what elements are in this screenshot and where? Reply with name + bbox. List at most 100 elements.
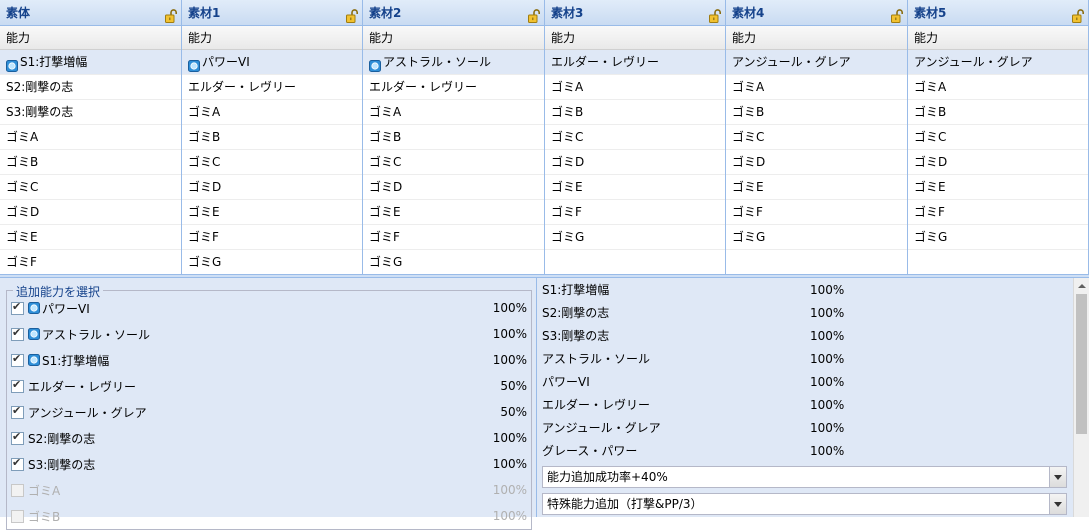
grid-row[interactable]: ゴミD [0,200,181,225]
grid-row[interactable]: ゴミB [0,150,181,175]
grid-row[interactable]: エルダー・レヴリー [545,50,725,75]
grid-row[interactable]: ゴミC [545,125,725,150]
grid-row[interactable]: ゴミF [363,225,544,250]
grid-column-header[interactable]: 能力 [0,26,181,50]
grid-column-header[interactable]: 能力 [908,26,1088,50]
scroll-up-arrow-icon[interactable] [1074,278,1089,294]
grid-row[interactable]: S2:剛撃の志 [0,75,181,100]
option-select[interactable]: 特殊能力追加（打撃&PP/3） [542,493,1067,515]
grid-row[interactable]: エルダー・レヴリー [182,75,362,100]
ability-option[interactable]: アンジュール・グレア 50% [11,401,529,423]
grid-row[interactable]: ゴミB [182,125,362,150]
grid-row[interactable]: ゴミF [908,200,1088,225]
ability-option-rate: 100% [492,431,527,445]
ability-option[interactable]: エルダー・レヴリー 50% [11,375,529,397]
grid-row[interactable]: ゴミC [726,125,907,150]
grid-row[interactable]: ゴミF [726,200,907,225]
grid-row[interactable]: ゴミE [0,225,181,250]
grid-row[interactable]: S3:剛撃の志 [0,100,181,125]
grid-row-text: ゴミG [914,230,948,244]
grid-row[interactable]: ゴミG [182,250,362,274]
lock-open-icon[interactable] [165,6,178,23]
ability-option-rate: 100% [492,327,527,341]
ability-checkbox[interactable] [11,326,24,341]
grid-row-text: ゴミF [369,230,400,244]
option-select[interactable]: 能力追加成功率+40% [542,466,1067,488]
grid-row[interactable]: ゴミG [545,225,725,250]
grid-row[interactable]: ゴミA [726,75,907,100]
ability-checkbox[interactable] [11,430,24,445]
grid-row[interactable]: ゴミE [908,175,1088,200]
grid-row[interactable]: ゴミB [908,100,1088,125]
ability-option: ゴミB 100% [11,505,529,527]
grid-row[interactable]: ゴミC [363,150,544,175]
grid-column-header[interactable]: 能力 [363,26,544,50]
grid-column-header[interactable]: 能力 [545,26,725,50]
chevron-down-icon[interactable] [1049,467,1066,487]
grid-title-text: 素材4 [732,6,765,20]
ability-option[interactable]: パワーVI 100% [11,297,529,319]
result-row: グレース・パワー 100% [542,440,1062,463]
grid-row[interactable]: ゴミC [908,125,1088,150]
ability-checkbox[interactable] [11,352,24,367]
ability-option[interactable]: アストラル・ソール 100% [11,323,529,345]
ability-checkbox[interactable] [11,300,24,315]
grid-row[interactable]: ゴミF [0,250,181,274]
grid-row[interactable]: ゴミE [182,200,362,225]
grid-row[interactable]: ゴミC [182,150,362,175]
grid-title: 素材1 [182,0,362,26]
grid-row-text: ゴミG [551,230,585,244]
result-row: S2:剛撃の志 100% [542,302,1062,325]
grid-row[interactable]: ゴミB [545,100,725,125]
grid-row[interactable]: ゴミB [726,100,907,125]
lock-open-icon[interactable] [1072,6,1085,23]
material-grid: 素材3 能力 エルダー・レヴリー ゴミA ゴミB ゴミC ゴミD ゴミE ゴミF ゴミG [545,0,726,274]
grid-row[interactable]: ゴミB [363,125,544,150]
grid-row[interactable]: ゴミC [0,175,181,200]
grid-row[interactable]: ゴミD [182,175,362,200]
ability-option[interactable]: S3:剛撃の志 100% [11,453,529,475]
lock-open-icon[interactable] [528,6,541,23]
grid-row-text: ゴミF [551,205,582,219]
grid-row[interactable]: ゴミG [908,225,1088,250]
vertical-scrollbar[interactable] [1073,278,1089,517]
grid-row-text: アンジュール・グレア [732,55,851,69]
grid-row[interactable]: ゴミE [726,175,907,200]
grid-row[interactable]: ゴミE [363,200,544,225]
ability-checkbox[interactable] [11,456,24,471]
grid-row[interactable]: ゴミA [363,100,544,125]
scrollbar-thumb[interactable] [1076,294,1087,434]
grid-row[interactable]: ゴミF [545,200,725,225]
grid-row[interactable]: アンジュール・グレア [726,50,907,75]
grid-row[interactable]: ゴミA [182,100,362,125]
grid-column-header[interactable]: 能力 [182,26,362,50]
ability-checkbox[interactable] [11,404,24,419]
grid-row[interactable]: エルダー・レヴリー [363,75,544,100]
grid-column-header[interactable]: 能力 [726,26,907,50]
grid-row[interactable]: ゴミD [363,175,544,200]
grid-row[interactable]: パワーVI [182,50,362,75]
lock-open-icon[interactable] [346,6,359,23]
grid-row[interactable]: ゴミD [908,150,1088,175]
grid-row[interactable]: ゴミD [726,150,907,175]
grid-row-text: S2:剛撃の志 [6,80,74,94]
lock-open-icon[interactable] [891,6,904,23]
result-name: S2:剛撃の志 [542,306,610,320]
grid-row[interactable]: ゴミE [545,175,725,200]
grid-row[interactable]: アンジュール・グレア [908,50,1088,75]
grid-row[interactable]: ゴミA [908,75,1088,100]
result-rate: 100% [810,375,845,389]
grid-row[interactable]: アストラル・ソール [363,50,544,75]
chevron-down-icon[interactable] [1049,494,1066,514]
grid-row[interactable]: ゴミA [0,125,181,150]
grid-row[interactable]: ゴミG [726,225,907,250]
grid-row[interactable]: ゴミG [363,250,544,274]
grid-row[interactable]: ゴミA [545,75,725,100]
grid-row[interactable]: ゴミF [182,225,362,250]
lock-open-icon[interactable] [709,6,722,23]
ability-option[interactable]: S2:剛撃の志 100% [11,427,529,449]
grid-row[interactable]: ゴミD [545,150,725,175]
ability-checkbox[interactable] [11,378,24,393]
ability-option[interactable]: S1:打撃増幅 100% [11,349,529,371]
grid-row[interactable]: S1:打撃増幅 [0,50,181,75]
